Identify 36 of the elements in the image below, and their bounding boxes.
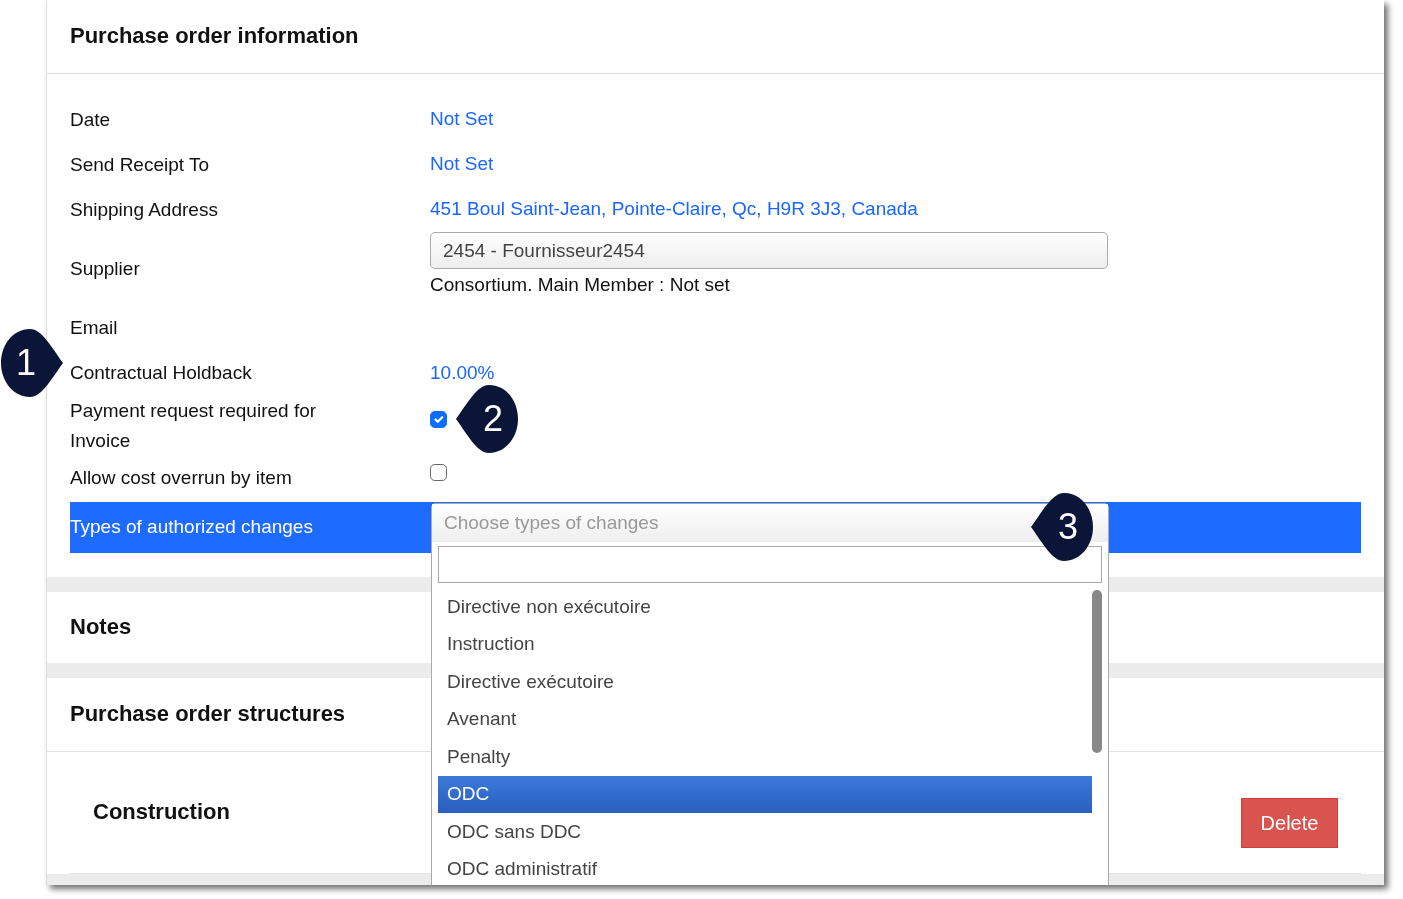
delete-button[interactable]: Delete — [1241, 798, 1338, 848]
dropdown-option[interactable]: Penalty — [438, 738, 1092, 776]
dropdown-option[interactable]: ODC sans DDC — [438, 813, 1092, 851]
callout-marker: 1 — [0, 328, 64, 398]
checkbox[interactable] — [430, 411, 447, 429]
scrollbar-thumb[interactable] — [1092, 590, 1102, 753]
section-title: Notes — [70, 613, 132, 641]
dropdown-option[interactable]: Instruction — [438, 625, 1092, 663]
dropdown-option[interactable]: Avenant — [438, 700, 1092, 738]
section-title: Purchase order information — [70, 23, 359, 50]
callout-marker: 3 — [1030, 492, 1094, 562]
field-link[interactable]: 10.00% — [430, 361, 495, 383]
checkbox[interactable] — [430, 463, 447, 481]
field-label: Contractual Holdback — [70, 361, 253, 385]
dropdown-option[interactable]: ODC administratif — [438, 850, 1092, 885]
field-label: Date — [70, 107, 112, 132]
field-link[interactable]: Not Set — [430, 153, 494, 175]
dropdown-option[interactable]: Directive non exécutoire — [438, 588, 1092, 626]
search-field[interactable] — [438, 546, 1102, 583]
field-label: Email — [70, 316, 119, 340]
supplier-note: Consortium. Main Member : Not set — [430, 273, 731, 297]
dropdown-placeholder: Choose types of changes — [444, 512, 659, 533]
subsection-title: Construction — [93, 798, 230, 826]
callout-marker: 2 — [455, 384, 519, 454]
section-title: Purchase order structures — [70, 700, 346, 728]
field-label: Allow cost overrun by item — [70, 466, 293, 490]
field-label: Types of authorized changes — [70, 515, 314, 539]
supplier-select[interactable]: 2454 - Fournisseur2454 — [430, 232, 1108, 269]
field-label: Supplier — [70, 256, 141, 281]
dropdown-option[interactable]: Directive exécutoire — [438, 663, 1092, 701]
field-link[interactable]: 451 Boul Saint-Jean, Pointe-Claire, Qc, H9R 3J3, Canada — [430, 198, 918, 220]
field-label: Send Receipt To — [70, 152, 211, 177]
field-label: Shipping Address — [70, 197, 219, 222]
field-label: Payment request required for Invoice — [70, 398, 318, 453]
field-link[interactable]: Not Set — [430, 108, 494, 130]
dropdown-option[interactable]: ODC — [438, 775, 1092, 813]
